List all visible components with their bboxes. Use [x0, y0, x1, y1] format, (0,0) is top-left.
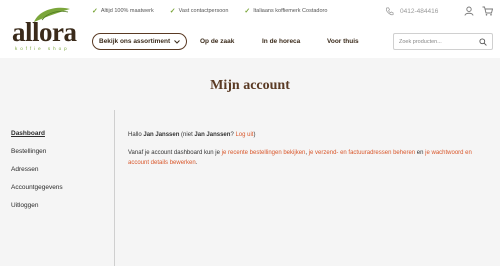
nav-link-voor-thuis[interactable]: Voor thuis	[327, 38, 359, 45]
dashboard-intro: Vanaf je account dashboard kun je je rec…	[128, 148, 488, 168]
usp-item: ✓ Italiaans koffiemerk Costadoro	[244, 7, 327, 15]
search-icon[interactable]	[479, 38, 487, 46]
addresses-link[interactable]: je verzend- en factuuradressen beheren	[309, 150, 415, 156]
user-name: Jan Janssen	[143, 132, 180, 138]
sidebar-divider	[114, 110, 115, 266]
sidebar-item-adressen[interactable]: Adressen	[11, 166, 63, 184]
assortment-button[interactable]: Bekijk ons assortiment	[92, 33, 188, 50]
user-icon[interactable]	[464, 6, 474, 16]
and-text: en	[416, 150, 424, 156]
chevron-down-icon	[174, 39, 181, 44]
period: .	[195, 160, 198, 166]
page-title: Mijn account	[210, 78, 290, 93]
logo-wordmark: allora	[12, 17, 77, 47]
logo[interactable]: allora koffie shop	[10, 4, 90, 54]
nav-link-op-de-zaak[interactable]: Op de zaak	[200, 38, 234, 45]
logout-link[interactable]: Log uit	[235, 132, 253, 138]
usp-item: ✓ Altijd 100% maatwerk	[92, 7, 154, 15]
sidebar-item-bestellingen[interactable]: Bestellingen	[11, 148, 63, 166]
usp-item: ✓ Vast contactpersoon	[170, 7, 229, 15]
check-icon: ✓	[92, 8, 98, 15]
check-icon: ✓	[244, 8, 251, 15]
sidebar-item-uitloggen[interactable]: Uitloggen	[11, 202, 63, 220]
close-paren: )	[253, 132, 256, 138]
dashboard-content: Hallo Jan Janssen (niet Jan Janssen? Log…	[128, 130, 488, 168]
greeting-prefix: Hallo	[128, 132, 142, 138]
check-icon: ✓	[169, 8, 176, 15]
main-nav: Bekijk ons assortiment	[92, 33, 188, 50]
cart-icon[interactable]	[482, 6, 493, 16]
phone-icon	[385, 7, 394, 16]
usp-text: Vast contactpersoon	[178, 8, 229, 14]
usp-text: Altijd 100% maatwerk	[100, 8, 154, 14]
greeting: Hallo Jan Janssen (niet Jan Janssen? Log…	[128, 130, 488, 140]
search-placeholder: Zoek producten...	[399, 38, 442, 45]
account-sidebar: Dashboard Bestellingen Adressen Accountg…	[11, 130, 63, 220]
phone-number: 0412-484416	[400, 8, 439, 15]
usp-bar: ✓ Altijd 100% maatwerk ✓ Vast contactper…	[92, 7, 327, 15]
orders-link[interactable]: je recente bestellingen bekijken	[222, 150, 306, 156]
not-name: Jan Janssen	[194, 132, 231, 138]
phone-link[interactable]: 0412-484416	[385, 7, 438, 16]
sidebar-item-dashboard[interactable]: Dashboard	[11, 130, 63, 148]
intro-text: Vanaf je account dashboard kun je	[128, 150, 220, 156]
nav-link-in-de-horeca[interactable]: In de horeca	[262, 38, 300, 45]
sidebar-item-accountgegevens[interactable]: Accountgegevens	[11, 184, 63, 202]
assortment-label: Bekijk ons assortiment	[99, 38, 171, 45]
search-input[interactable]: Zoek producten...	[393, 33, 493, 50]
not-suffix: ?	[230, 132, 234, 138]
logo-tagline: koffie shop	[15, 46, 70, 51]
comma: ,	[305, 150, 308, 156]
not-prefix: (niet	[179, 132, 193, 138]
usp-text: Italiaans koffiemerk Costadoro	[253, 8, 328, 14]
